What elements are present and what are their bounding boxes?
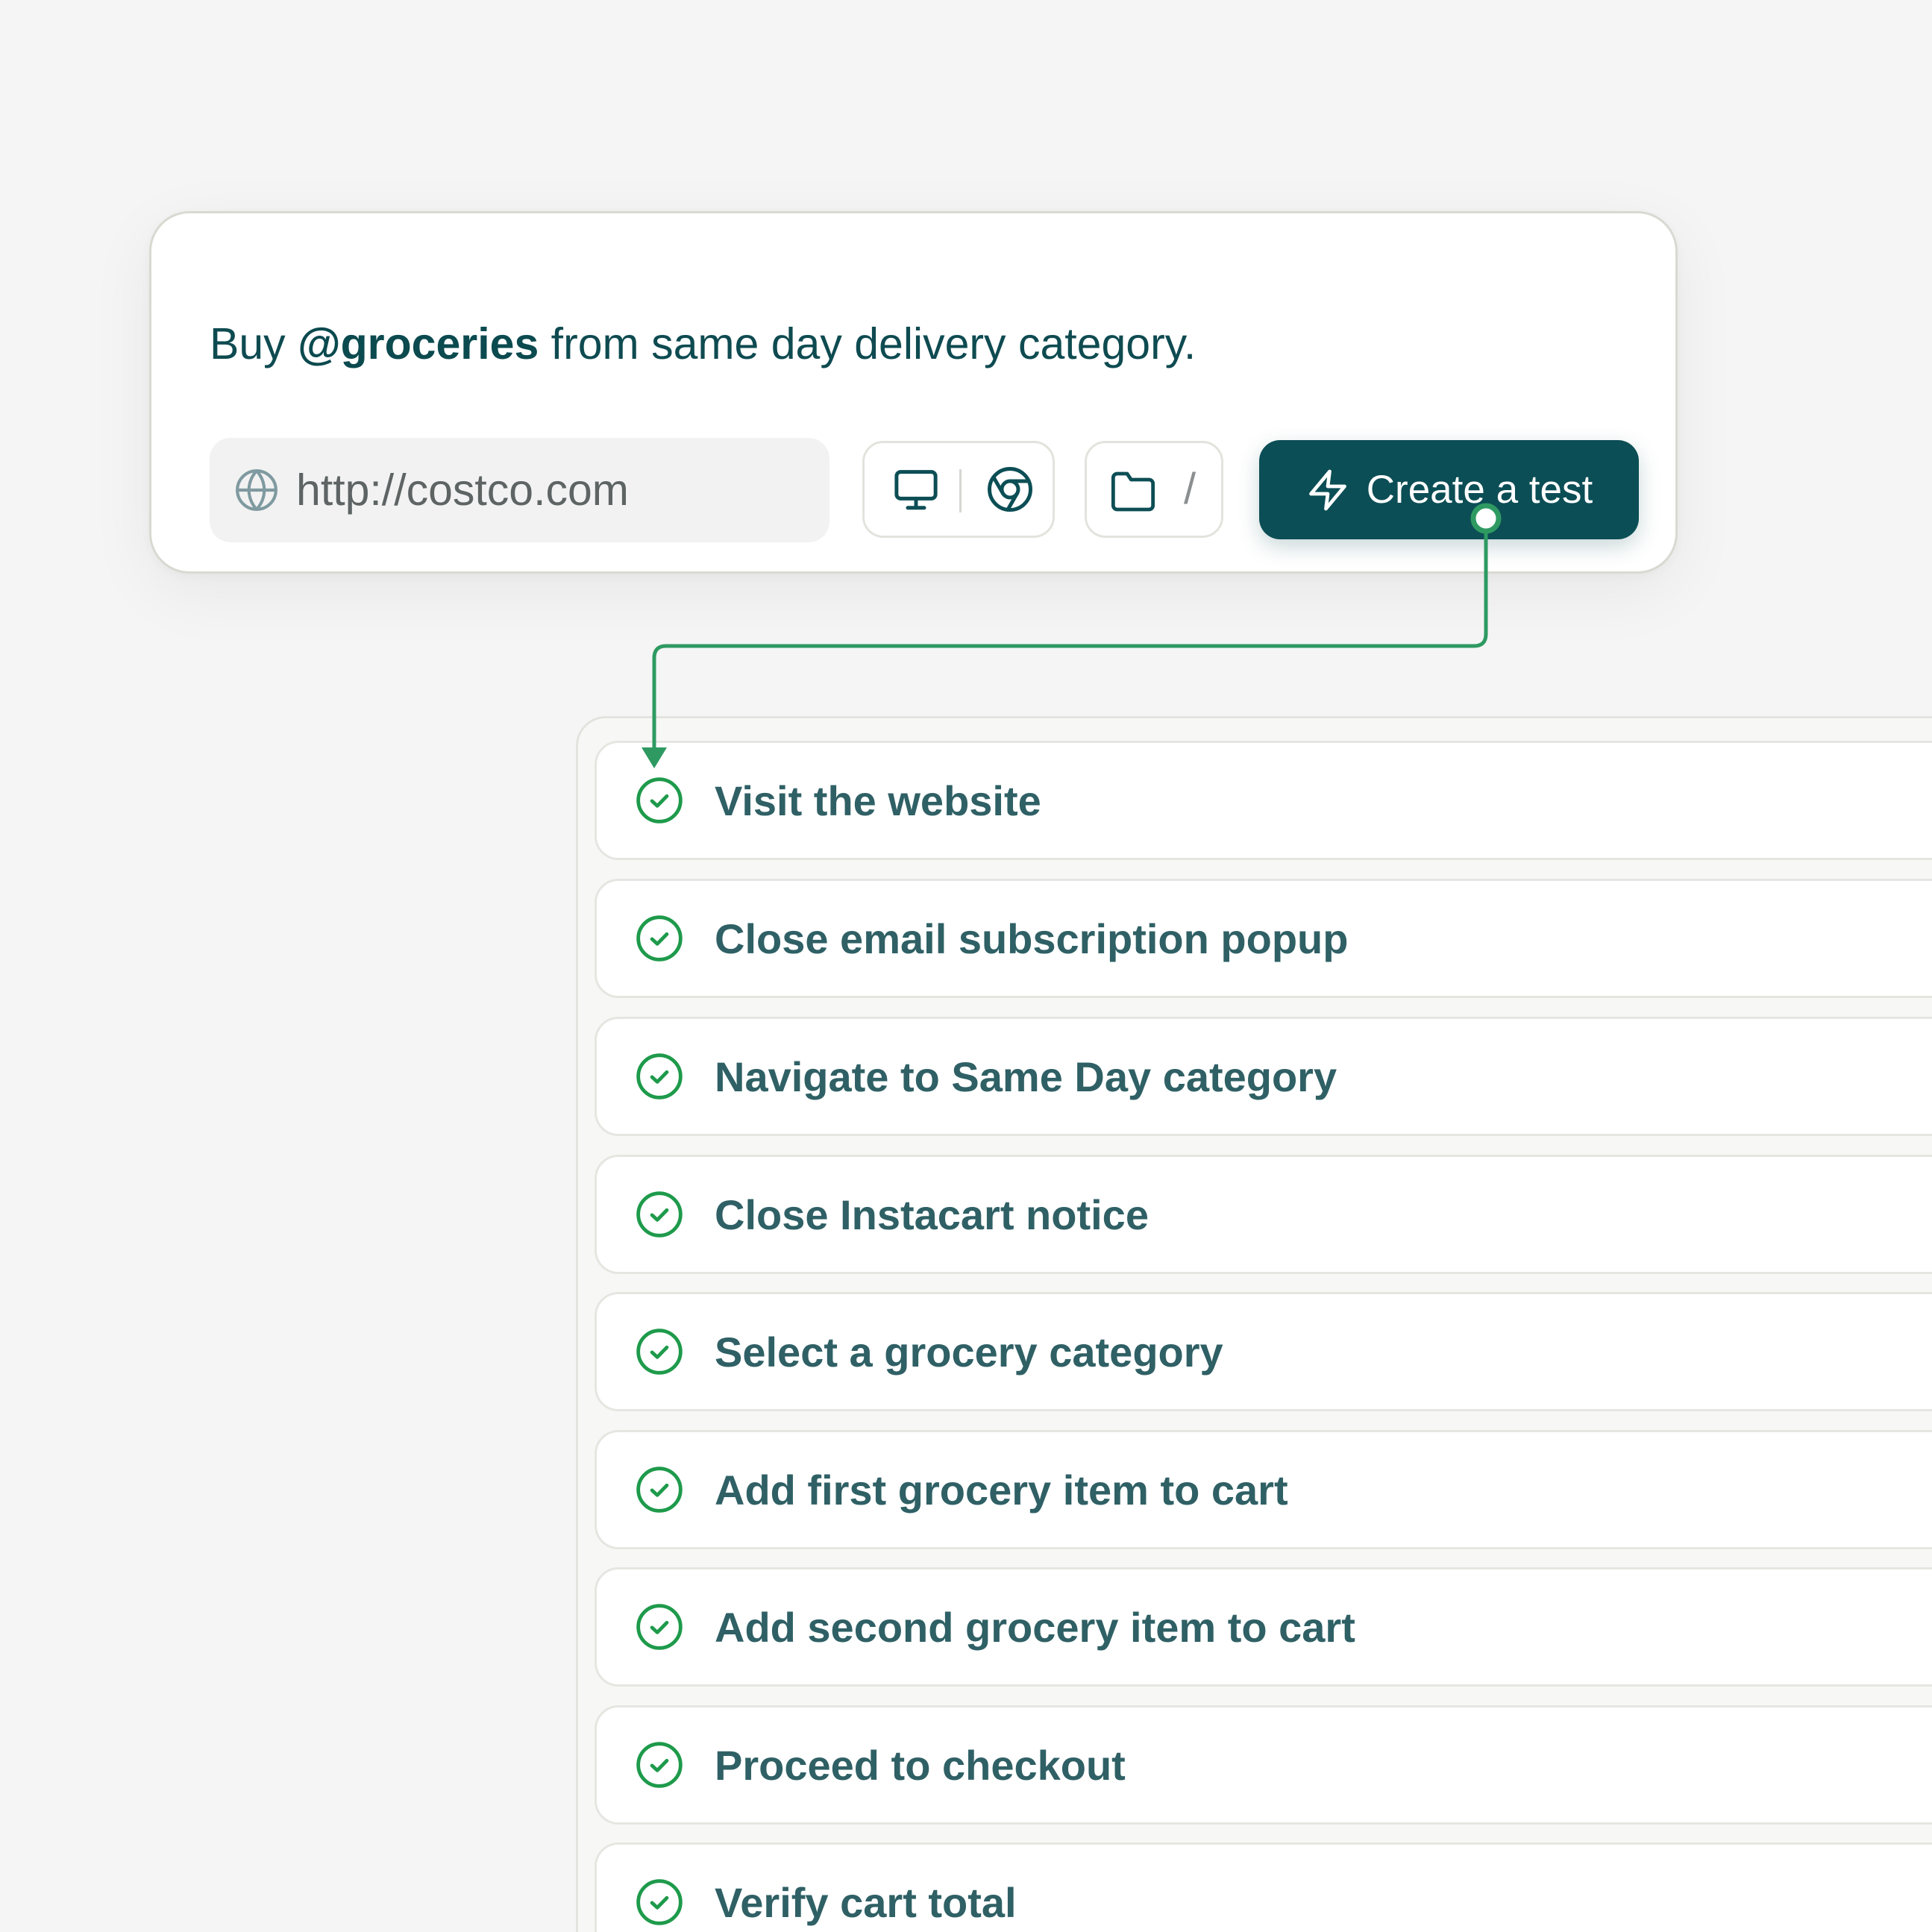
test-step[interactable]: Select a grocery category bbox=[595, 1292, 1932, 1411]
step-label: Select a grocery category bbox=[715, 1328, 1223, 1376]
folder-selector-button[interactable]: / bbox=[1085, 441, 1223, 538]
test-prompt-card: Buy @groceries from same day delivery ca… bbox=[149, 211, 1678, 574]
step-label: Proceed to checkout bbox=[715, 1741, 1126, 1789]
test-steps-panel: Visit the website Close email subscripti… bbox=[576, 716, 1932, 1932]
env-divider bbox=[959, 469, 962, 512]
folder-icon bbox=[1111, 471, 1155, 512]
step-label: Close email subscription popup bbox=[715, 915, 1349, 962]
canvas: Buy @groceries from same day delivery ca… bbox=[0, 0, 1932, 1932]
step-label: Visit the website bbox=[715, 777, 1041, 824]
lightning-icon bbox=[1308, 469, 1346, 510]
check-circle-icon bbox=[636, 1742, 683, 1788]
step-label: Add first grocery item to cart bbox=[715, 1466, 1288, 1514]
test-step[interactable]: Visit the website bbox=[595, 741, 1932, 860]
test-step[interactable]: Add first grocery item to cart bbox=[595, 1430, 1932, 1549]
check-circle-icon bbox=[636, 915, 683, 962]
globe-icon bbox=[236, 469, 277, 511]
prompt-mention[interactable]: @groceries bbox=[298, 319, 539, 368]
step-label: Close Instacart notice bbox=[715, 1191, 1149, 1238]
environment-selector bbox=[862, 441, 1055, 538]
chrome-icon bbox=[988, 467, 1032, 512]
check-circle-icon bbox=[636, 1053, 683, 1100]
step-label: Navigate to Same Day category bbox=[715, 1053, 1337, 1100]
check-circle-icon bbox=[636, 1329, 683, 1375]
url-value: http://costco.com bbox=[296, 465, 629, 515]
prompt-prefix: Buy bbox=[210, 319, 286, 368]
url-input[interactable]: http://costco.com bbox=[210, 438, 829, 542]
create-test-label: Create a test bbox=[1366, 468, 1593, 512]
device-selector-button[interactable] bbox=[875, 443, 957, 536]
check-circle-icon bbox=[636, 1879, 683, 1925]
prompt-text[interactable]: Buy @groceries from same day delivery ca… bbox=[210, 310, 1196, 377]
check-circle-icon bbox=[636, 1191, 683, 1238]
check-circle-icon bbox=[636, 777, 683, 824]
step-label: Verify cart total bbox=[715, 1878, 1017, 1926]
check-circle-icon bbox=[636, 1604, 683, 1650]
test-step[interactable]: Close Instacart notice bbox=[595, 1155, 1932, 1274]
test-step[interactable]: Navigate to Same Day category bbox=[595, 1017, 1932, 1136]
check-circle-icon bbox=[636, 1467, 683, 1513]
create-test-button[interactable]: Create a test bbox=[1259, 440, 1639, 539]
test-step[interactable]: Close email subscription popup bbox=[595, 879, 1932, 998]
folder-path: / bbox=[1184, 465, 1196, 513]
test-step[interactable]: Proceed to checkout bbox=[595, 1705, 1932, 1825]
step-label: Add second grocery item to cart bbox=[715, 1603, 1355, 1651]
monitor-icon bbox=[894, 470, 938, 510]
browser-selector-button[interactable] bbox=[969, 443, 1051, 536]
test-step[interactable]: Verify cart total bbox=[595, 1842, 1932, 1932]
prompt-suffix: from same day delivery category. bbox=[551, 319, 1196, 368]
test-step[interactable]: Add second grocery item to cart bbox=[595, 1567, 1932, 1687]
